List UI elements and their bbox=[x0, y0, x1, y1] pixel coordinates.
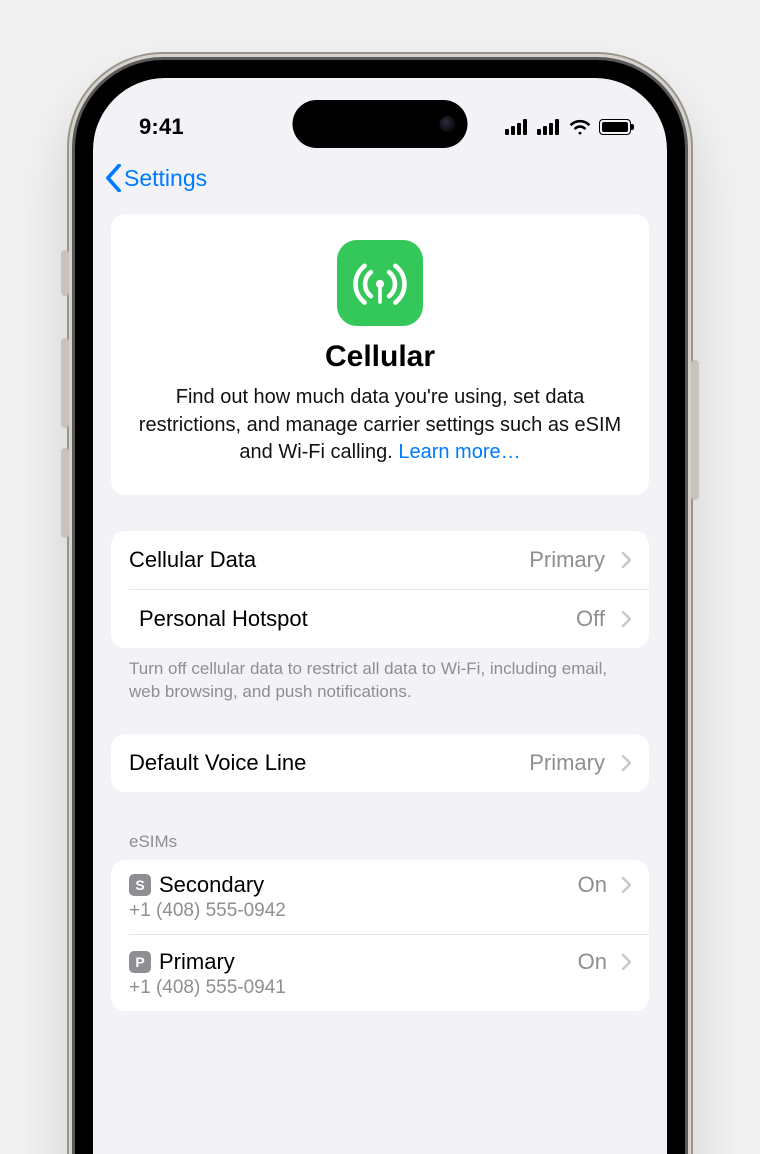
sim-name: Primary bbox=[159, 949, 235, 975]
hero-card: Cellular Find out how much data you're u… bbox=[111, 214, 649, 495]
data-settings-group: Cellular Data Primary Personal Hotspot O… bbox=[111, 531, 649, 648]
chevron-right-icon bbox=[621, 877, 631, 893]
back-button[interactable]: Settings bbox=[105, 164, 207, 192]
back-label: Settings bbox=[124, 165, 207, 192]
row-label: Default Voice Line bbox=[129, 750, 306, 776]
chevron-right-icon bbox=[621, 552, 631, 568]
side-button bbox=[691, 360, 699, 500]
hero-description: Find out how much data you're using, set… bbox=[133, 384, 627, 467]
silence-switch bbox=[61, 250, 69, 296]
row-label: Personal Hotspot bbox=[139, 606, 308, 632]
volume-down-button bbox=[61, 448, 69, 538]
cellular-data-row[interactable]: Cellular Data Primary bbox=[111, 531, 649, 589]
chevron-right-icon bbox=[621, 954, 631, 970]
status-time: 9:41 bbox=[139, 114, 184, 140]
sim-number: +1 (408) 555-0941 bbox=[129, 977, 631, 999]
battery-icon bbox=[599, 119, 631, 135]
esim-section-header: eSIMs bbox=[111, 832, 649, 860]
sim-name: Secondary bbox=[159, 872, 264, 898]
page-title: Cellular bbox=[133, 340, 627, 374]
sim-badge-icon: S bbox=[129, 874, 151, 896]
dynamic-island bbox=[293, 100, 468, 148]
wifi-icon bbox=[569, 119, 591, 135]
row-label: Cellular Data bbox=[129, 547, 256, 573]
nav-bar: Settings bbox=[93, 150, 667, 214]
sim-status: On bbox=[578, 949, 607, 975]
phone-frame: 9:41 Settings bbox=[75, 60, 685, 1154]
chevron-right-icon bbox=[621, 611, 631, 627]
learn-more-link[interactable]: Learn more… bbox=[398, 441, 520, 463]
volume-up-button bbox=[61, 338, 69, 428]
voice-settings-group: Default Voice Line Primary bbox=[111, 734, 649, 792]
sim-number: +1 (408) 555-0942 bbox=[129, 900, 631, 922]
chevron-right-icon bbox=[621, 755, 631, 771]
cellular-antenna-icon bbox=[337, 240, 423, 326]
esim-row-primary[interactable]: P Primary On +1 (408) 555-0941 bbox=[129, 934, 649, 1011]
signal-icon bbox=[537, 119, 559, 135]
row-value: Off bbox=[576, 606, 605, 632]
row-value: Primary bbox=[529, 547, 605, 573]
row-value: Primary bbox=[529, 750, 605, 776]
group-footer: Turn off cellular data to restrict all d… bbox=[111, 648, 649, 704]
dual-signal-icon bbox=[505, 119, 527, 135]
chevron-left-icon bbox=[105, 164, 122, 192]
personal-hotspot-row[interactable]: Personal Hotspot Off bbox=[129, 589, 649, 648]
esim-row-secondary[interactable]: S Secondary On +1 (408) 555-0942 bbox=[111, 860, 649, 934]
screen: 9:41 Settings bbox=[93, 78, 667, 1154]
default-voice-line-row[interactable]: Default Voice Line Primary bbox=[111, 734, 649, 792]
sim-badge-icon: P bbox=[129, 951, 151, 973]
esim-group: S Secondary On +1 (408) 555-0942 P Prima… bbox=[111, 860, 649, 1011]
sim-status: On bbox=[578, 872, 607, 898]
